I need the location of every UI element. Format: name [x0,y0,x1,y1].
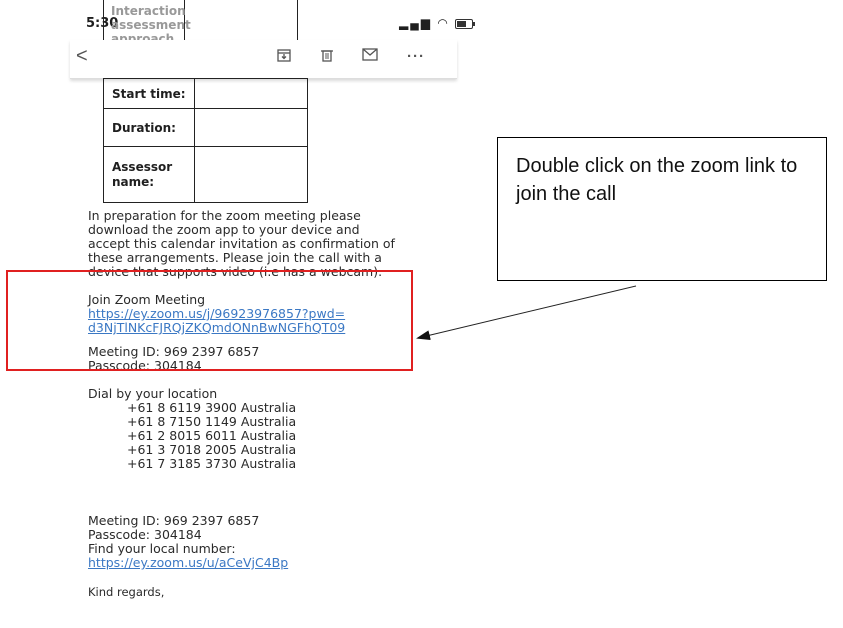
link-highlight-box [6,270,413,371]
find-local-label: Find your local number: [88,541,236,556]
assessor-name-label: Assessor name: [103,146,195,203]
instruction-callout: Double click on the zoom link to join th… [497,137,827,281]
wifi-icon: ◠ [437,16,450,30]
table-row: Assessor name: [103,146,308,203]
start-time-value [193,78,308,109]
list-item: +61 8 7150 1149 Australia [127,414,297,429]
list-item: +61 8 6119 3900 Australia [127,400,297,415]
preparation-paragraph: In preparation for the zoom meeting plea… [88,208,395,279]
list-item: +61 2 8015 6011 Australia [127,428,297,443]
passcode-repeat: Passcode: 304184 [88,527,202,542]
table-row: Start time: [103,78,308,109]
status-icons: ▂▄▆ ◠ [399,16,476,30]
delete-icon[interactable] [320,48,334,66]
duration-label: Duration: [103,108,195,147]
archive-icon[interactable] [277,48,291,66]
dial-heading: Dial by your location [88,386,218,401]
meeting-id-repeat: Meeting ID: 969 2397 6857 [88,513,260,528]
mail-icon[interactable] [362,48,378,65]
table-row: Duration: [103,108,308,147]
local-number-link[interactable]: https://ey.zoom.us/u/aCeVjC4Bp [88,556,288,570]
mail-toolbar: < ··· [70,40,457,79]
signal-icon: ▂▄▆ [399,16,432,30]
list-item: +61 7 3185 3730 Australia [127,456,297,471]
battery-icon [455,18,476,29]
dial-numbers-list: +61 8 6119 3900 Australia +61 8 7150 114… [127,401,296,471]
more-icon[interactable]: ··· [407,48,425,65]
duration-value [193,108,308,147]
back-icon[interactable]: < [76,45,88,68]
start-time-label: Start time: [103,78,195,109]
assessor-name-value [193,146,308,203]
meeting-details-table: Start time: Duration: Assessor name: [103,78,308,203]
sign-off: Kind regards, [88,585,165,599]
list-item: +61 3 7018 2005 Australia [127,442,297,457]
